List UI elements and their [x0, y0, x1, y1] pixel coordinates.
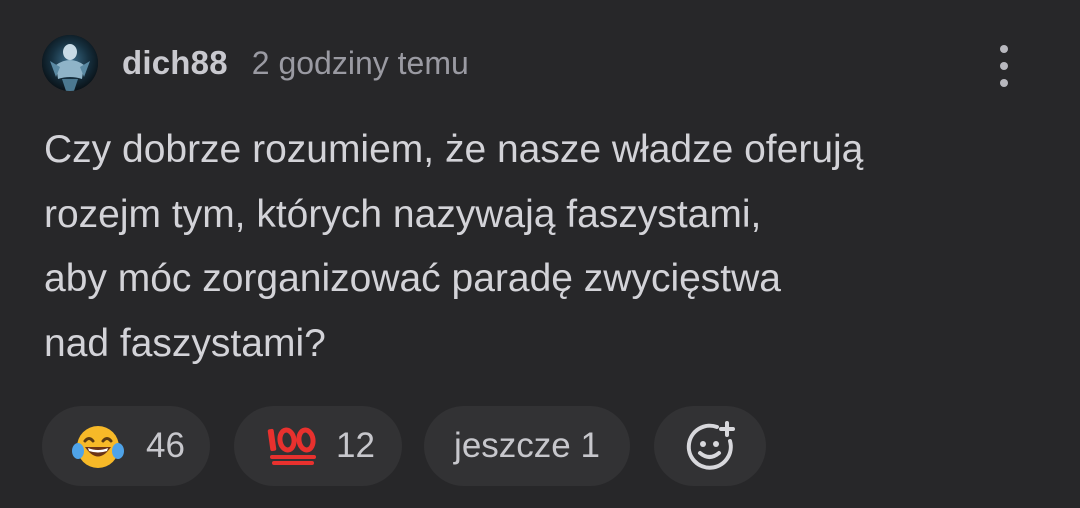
comment-line: nad faszystami? [44, 321, 326, 365]
comment-card: dich88 2 godziny temu Czy dobrze rozumie… [0, 0, 1080, 508]
reaction-count: 46 [146, 426, 185, 465]
avatar[interactable] [42, 35, 98, 91]
more-reactions-button[interactable]: jeszcze 1 [424, 406, 630, 486]
reactions-bar: 46 12 jeszcze 1 [42, 406, 766, 486]
vertical-ellipsis-icon [1000, 45, 1008, 53]
vertical-ellipsis-icon [1000, 79, 1008, 87]
comment-timestamp: 2 godziny temu [251, 44, 469, 81]
comment-line: rozejm tym, których nazywają faszystami, [44, 192, 762, 236]
comment-header: dich88 2 godziny temu [42, 34, 469, 92]
laughing-with-tears-emoji-icon [72, 426, 124, 468]
reaction-laughing-button[interactable]: 46 [42, 406, 210, 486]
hundred-points-emoji-icon [267, 427, 316, 465]
reaction-hundred-button[interactable]: 12 [234, 406, 402, 486]
comment-body: Czy dobrze rozumiem, że nasze władze ofe… [44, 118, 1034, 376]
author-name[interactable]: dich88 [122, 44, 228, 82]
vertical-ellipsis-icon [1000, 62, 1008, 70]
comment-line: Czy dobrze rozumiem, że nasze władze ofe… [44, 128, 864, 171]
comment-line: aby móc zorganizować paradę zwycięstwa [44, 257, 782, 300]
reaction-count: 12 [336, 426, 375, 465]
more-reactions-label: jeszcze 1 [454, 426, 600, 465]
add-emoji-icon [686, 421, 735, 470]
more-options-button[interactable] [984, 38, 1024, 94]
add-reaction-button[interactable] [654, 406, 766, 486]
